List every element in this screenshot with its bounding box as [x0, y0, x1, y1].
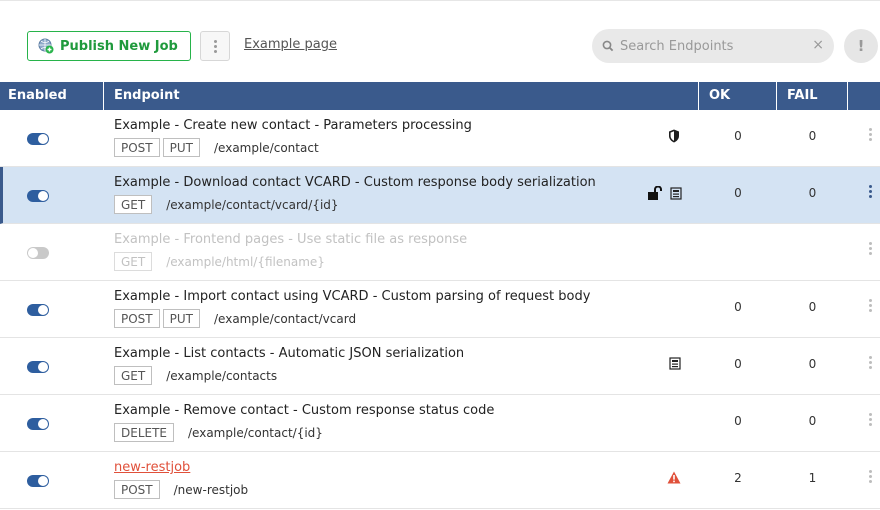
column-header-actions: [848, 82, 880, 110]
enabled-toggle[interactable]: [27, 418, 49, 430]
more-options-button[interactable]: [200, 31, 230, 61]
clear-search-icon[interactable]: ×: [812, 37, 824, 53]
column-header-endpoint[interactable]: Endpoint: [104, 82, 699, 110]
ok-count: 0: [734, 186, 742, 200]
endpoint-path: /example/contact: [214, 140, 319, 155]
ok-count: 0: [734, 300, 742, 314]
fail-count: 0: [808, 129, 817, 143]
row-menu-kebab-icon[interactable]: [869, 185, 872, 198]
endpoint-title: Example - Download contact VCARD - Custo…: [114, 175, 596, 190]
publish-label: Publish New Job: [60, 38, 178, 54]
row-menu-kebab-icon[interactable]: [869, 356, 872, 369]
alert-button[interactable]: !: [844, 29, 878, 63]
endpoint-title: Example - Import contact using VCARD - C…: [114, 289, 591, 304]
toolbar: Publish New Job Example page × !: [0, 0, 880, 82]
method-badge: GET: [114, 252, 153, 271]
file-icon: [669, 357, 681, 374]
fail-count: 0: [808, 357, 817, 371]
endpoint-path: /example/contact/{id}: [188, 425, 323, 440]
endpoint-status-icons: [668, 129, 680, 147]
enabled-toggle[interactable]: [27, 247, 49, 259]
endpoint-title: Example - Frontend pages - Use static fi…: [114, 232, 468, 247]
enabled-toggle[interactable]: [27, 304, 49, 316]
table-row[interactable]: Example - Create new contact - Parameter…: [0, 110, 880, 167]
endpoint-methods: GET/example/contact/vcard/{id}: [114, 195, 339, 214]
endpoint-methods: GET/example/contacts: [114, 366, 277, 385]
row-menu-kebab-icon[interactable]: [869, 242, 872, 255]
search-input[interactable]: [620, 38, 800, 54]
table-row[interactable]: Example - Frontend pages - Use static fi…: [0, 224, 880, 281]
warning-icon: [667, 471, 681, 488]
ok-count: 0: [734, 414, 742, 428]
method-badge: POST: [114, 480, 160, 499]
file-icon: [670, 186, 682, 204]
search-icon: [602, 40, 614, 52]
column-header-enabled[interactable]: Enabled: [0, 82, 104, 110]
method-badge: POST: [114, 309, 160, 328]
method-badge: POST: [114, 138, 160, 157]
endpoint-path: /example/contacts: [166, 368, 278, 383]
ok-count: 2: [734, 471, 742, 485]
endpoint-path: /example/contact/vcard/{id}: [166, 197, 339, 212]
enabled-toggle[interactable]: [27, 133, 49, 145]
ok-count: 0: [734, 357, 742, 371]
ok-count: 0: [734, 129, 742, 143]
example-page-link[interactable]: Example page: [244, 37, 337, 52]
method-badge: PUT: [162, 138, 200, 157]
endpoint-methods: POST PUT/example/contact/vcard: [114, 309, 356, 328]
fail-count: 1: [808, 471, 817, 485]
endpoint-status-icons: [648, 185, 682, 204]
row-menu-kebab-icon[interactable]: [869, 413, 872, 426]
endpoint-methods: POST/new-restjob: [114, 480, 248, 499]
enabled-toggle[interactable]: [27, 190, 49, 202]
fail-count: 0: [808, 300, 817, 314]
row-menu-kebab-icon[interactable]: [869, 299, 872, 312]
row-menu-kebab-icon[interactable]: [869, 470, 872, 483]
search-box: ×: [592, 29, 834, 63]
enabled-toggle[interactable]: [27, 475, 49, 487]
endpoint-title: Example - Create new contact - Parameter…: [114, 118, 472, 133]
row-menu-kebab-icon[interactable]: [869, 128, 872, 141]
kebab-icon: [213, 39, 217, 53]
unlock-icon: [648, 185, 664, 204]
globe-add-icon: [38, 38, 54, 54]
column-header-ok[interactable]: OK: [699, 82, 777, 110]
fail-count: 0: [808, 414, 817, 428]
table-row[interactable]: Example - Remove contact - Custom respon…: [0, 395, 880, 452]
table-header: Enabled Endpoint OK FAIL: [0, 82, 880, 110]
endpoint-title[interactable]: new-restjob: [114, 460, 190, 475]
method-badge: PUT: [162, 309, 200, 328]
endpoint-title: Example - List contacts - Automatic JSON…: [114, 346, 465, 361]
table-row[interactable]: Example - List contacts - Automatic JSON…: [0, 338, 880, 395]
endpoint-methods: GET/example/html/{filename}: [114, 252, 325, 271]
endpoint-methods: POST PUT/example/contact: [114, 138, 319, 157]
method-badge: GET: [114, 195, 153, 214]
endpoint-methods: DELETE/example/contact/{id}: [114, 423, 323, 442]
table-row[interactable]: Example - Download contact VCARD - Custo…: [0, 167, 880, 224]
endpoint-status-icons: [669, 357, 681, 374]
method-badge: GET: [114, 366, 153, 385]
table-row[interactable]: new-restjob POST/new-restjob 2 1: [0, 452, 880, 509]
column-header-fail[interactable]: FAIL: [777, 82, 848, 110]
publish-new-job-button[interactable]: Publish New Job: [27, 31, 191, 61]
shield-icon: [668, 129, 680, 147]
table-row[interactable]: Example - Import contact using VCARD - C…: [0, 281, 880, 338]
endpoint-path: /new-restjob: [173, 482, 249, 497]
endpoint-table-body: Example - Create new contact - Parameter…: [0, 110, 880, 509]
enabled-toggle[interactable]: [27, 361, 49, 373]
fail-count: 0: [808, 186, 817, 200]
method-badge: DELETE: [114, 423, 175, 442]
endpoint-path: /example/html/{filename}: [166, 254, 325, 269]
endpoint-path: /example/contact/vcard: [214, 311, 357, 326]
endpoint-title: Example - Remove contact - Custom respon…: [114, 403, 495, 418]
endpoint-status-icons: [667, 471, 681, 488]
